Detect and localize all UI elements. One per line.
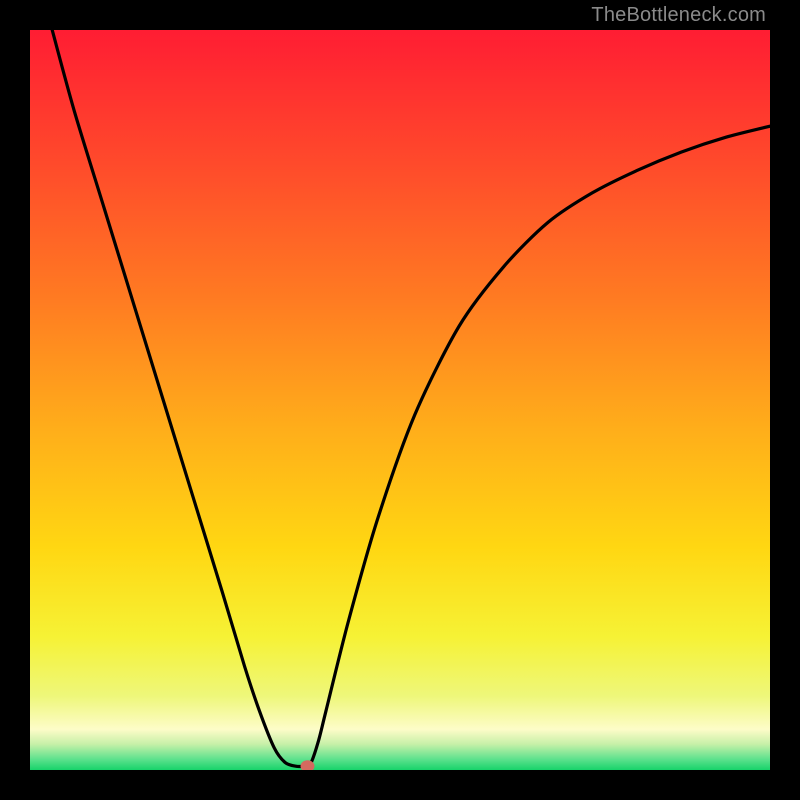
chart-background xyxy=(30,30,770,770)
bottleneck-chart xyxy=(30,30,770,770)
chart-frame xyxy=(30,30,770,770)
watermark-text: TheBottleneck.com xyxy=(591,4,766,27)
